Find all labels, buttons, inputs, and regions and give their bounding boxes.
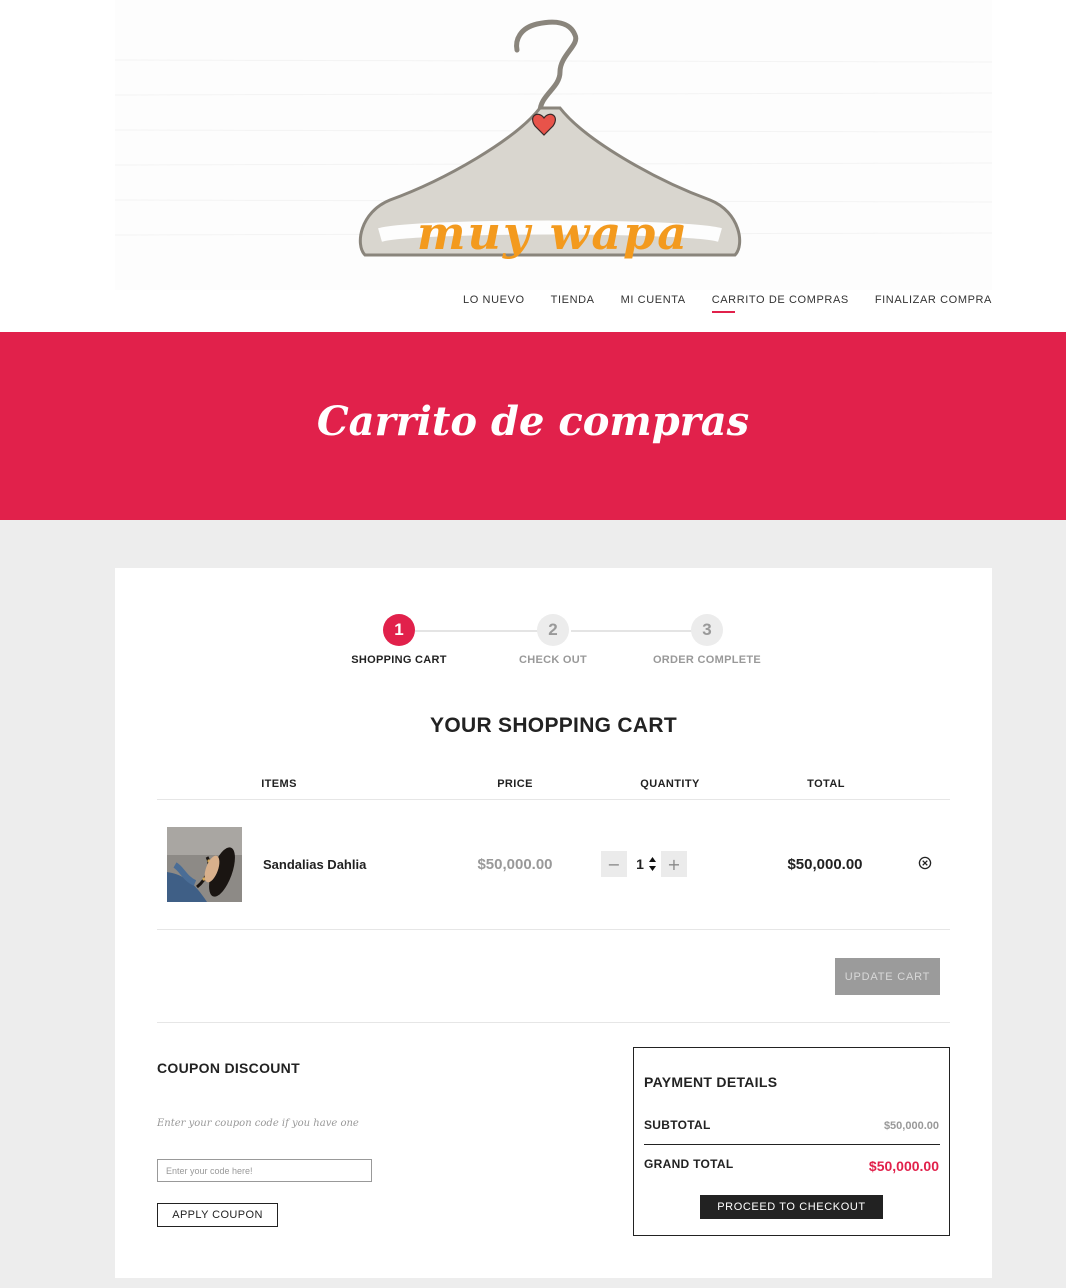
page-banner: Carrito de compras <box>0 332 1066 520</box>
column-header-price: PRICE <box>497 778 533 790</box>
nav-item-mi-cuenta[interactable]: MI CUENTA <box>621 294 686 310</box>
step-number: 1 <box>383 614 415 646</box>
product-name[interactable]: Sandalias Dahlia <box>263 857 366 872</box>
coupon-code-input[interactable] <box>157 1159 372 1182</box>
step-order-complete: 3 ORDER COMPLETE <box>607 614 807 666</box>
cart-card: 1 SHOPPING CART 2 CHECK OUT 3 ORDER COMP… <box>115 568 992 1278</box>
divider <box>157 929 950 930</box>
subtotal-label: SUBTOTAL <box>644 1118 711 1132</box>
product-price: $50,000.00 <box>477 856 553 873</box>
step-label: ORDER COMPLETE <box>652 654 762 666</box>
site-header: muy wapa LO NUEVO TIENDA MI CUENTA CARRI… <box>0 0 1066 332</box>
column-header-items: ITEMS <box>261 778 297 790</box>
quantity-value: 1 <box>636 856 644 872</box>
decrease-quantity-button[interactable]: − <box>601 851 627 877</box>
column-header-quantity: QUANTITY <box>640 778 700 790</box>
divider <box>157 799 950 800</box>
logo-text: muy wapa <box>416 206 690 260</box>
payment-details-box: PAYMENT DETAILS SUBTOTAL $50,000.00 GRAN… <box>633 1047 950 1236</box>
nav-item-lo-nuevo[interactable]: LO NUEVO <box>463 294 525 310</box>
nav-item-tienda[interactable]: TIENDA <box>551 294 595 310</box>
main-nav: LO NUEVO TIENDA MI CUENTA CARRITO DE COM… <box>463 294 992 313</box>
divider <box>157 1022 950 1023</box>
product-total: $50,000.00 <box>787 856 863 873</box>
cart-title: YOUR SHOPPING CART <box>430 714 677 737</box>
nav-item-finalizar-compra[interactable]: FINALIZAR COMPRA <box>875 294 992 310</box>
quantity-input[interactable]: 1 <box>627 851 661 877</box>
spinner-arrows-icon[interactable] <box>648 856 657 872</box>
nav-item-carrito[interactable]: CARRITO DE COMPRAS <box>711 294 849 313</box>
coupon-title: COUPON DISCOUNT <box>157 1060 300 1076</box>
step-number: 2 <box>537 614 569 646</box>
increase-quantity-button[interactable]: + <box>661 851 687 877</box>
payment-details-title: PAYMENT DETAILS <box>644 1074 778 1090</box>
update-cart-button[interactable]: UPDATE CART <box>835 958 940 995</box>
remove-item-icon[interactable] <box>917 856 933 872</box>
quantity-stepper: − 1 + <box>601 851 687 877</box>
step-number: 3 <box>691 614 723 646</box>
page-title: Carrito de compras <box>316 398 750 445</box>
product-thumbnail[interactable] <box>167 827 242 902</box>
column-header-total: TOTAL <box>807 778 845 790</box>
site-logo[interactable]: muy wapa <box>115 0 992 290</box>
apply-coupon-button[interactable]: APPLY COUPON <box>157 1203 278 1227</box>
coupon-hint: Enter your coupon code if you have one <box>157 1118 359 1129</box>
proceed-to-checkout-button[interactable]: PROCEED TO CHECKOUT <box>700 1195 883 1219</box>
payment-divider <box>644 1144 940 1145</box>
subtotal-value: $50,000.00 <box>883 1120 939 1132</box>
grand-total-value: $50,000.00 <box>868 1158 939 1174</box>
grand-total-label: GRAND TOTAL <box>644 1157 734 1171</box>
